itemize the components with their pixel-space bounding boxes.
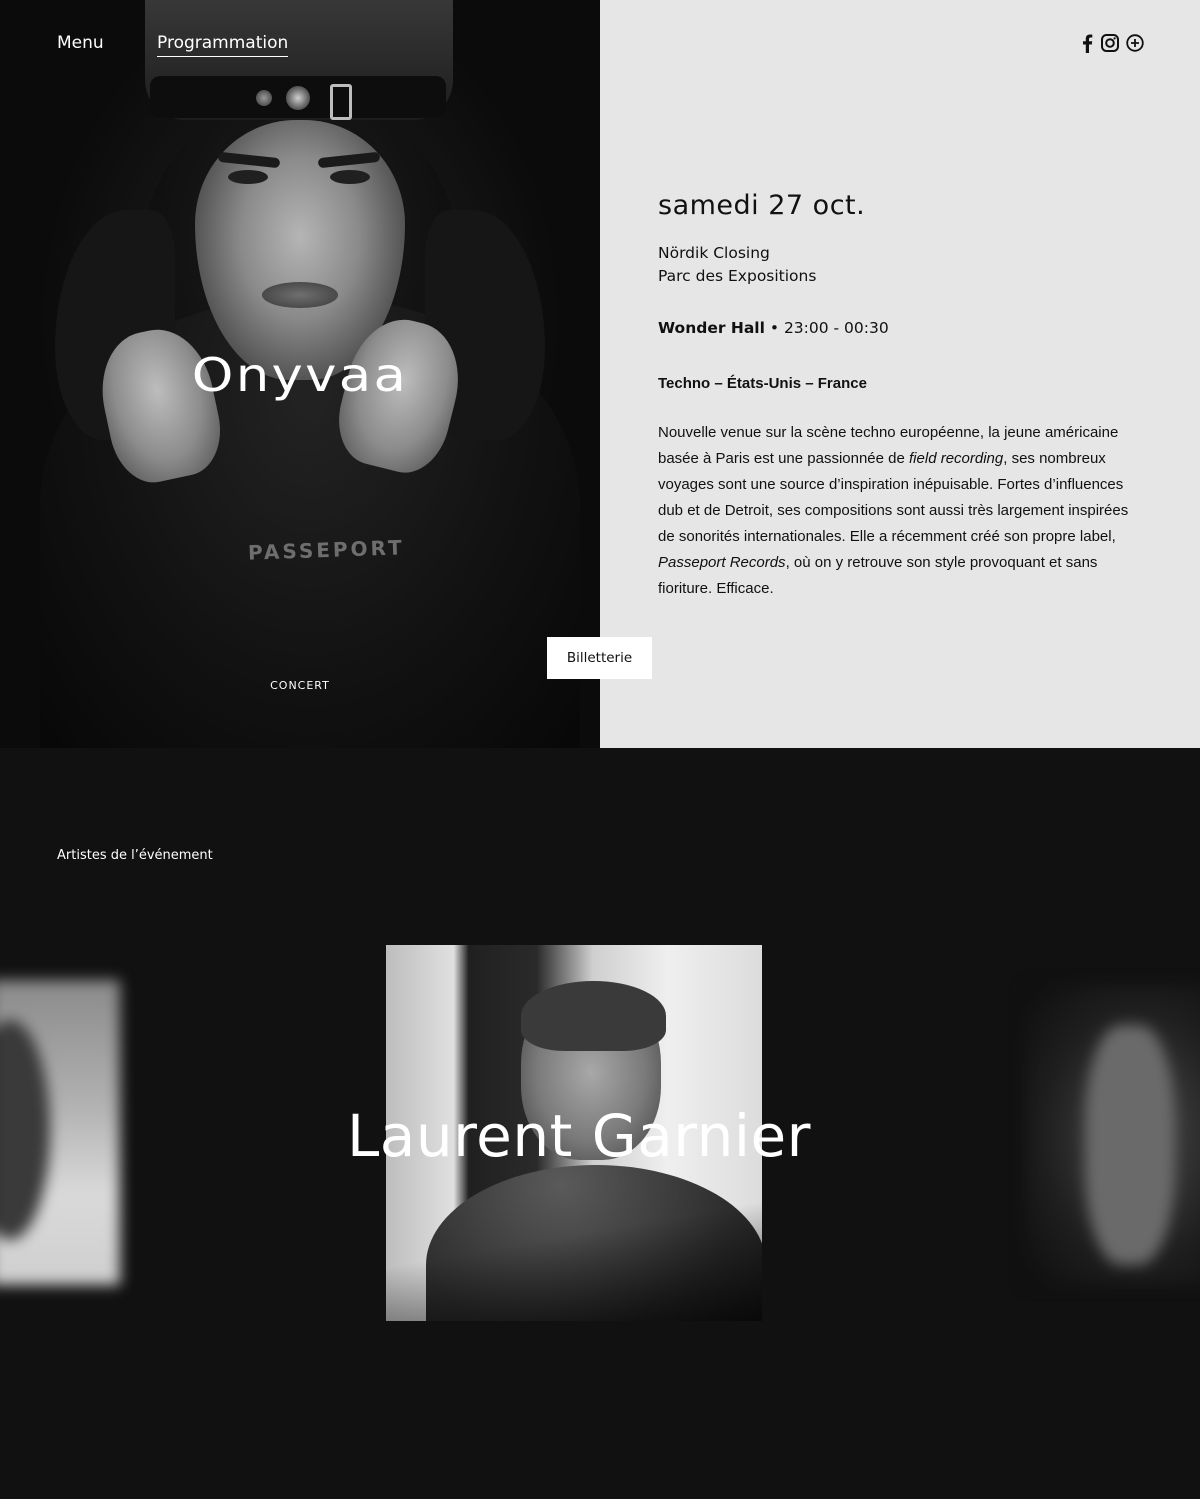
event-category: CONCERT [270, 679, 330, 692]
event-hero: PASSEPORT Onyvaa CONCERT Menu Programmat… [0, 0, 1200, 748]
tickets-button[interactable]: Billetterie [547, 637, 652, 679]
event-name: Nördik Closing [658, 244, 770, 262]
facebook-icon[interactable] [1078, 33, 1096, 53]
artist-photo: PASSEPORT Onyvaa CONCERT [0, 0, 600, 748]
event-date: samedi 27 oct. [658, 190, 866, 221]
nav-menu-link[interactable]: Menu [57, 33, 104, 53]
stage-time: Wonder Hall • 23:00 - 00:30 [658, 319, 889, 337]
instagram-icon[interactable] [1100, 33, 1120, 53]
event-venue: Parc des Expositions [658, 267, 817, 285]
stage-name: Wonder Hall [658, 319, 765, 337]
event-info-panel [600, 0, 1200, 748]
featured-artist-name[interactable]: Laurent Garnier [0, 1102, 1158, 1170]
artist-name: Onyvaa [191, 348, 409, 402]
genre-line: Techno – États-Unis – France [658, 375, 867, 392]
separator: • [764, 319, 784, 337]
artist-description: Nouvelle venue sur la scène techno europ… [658, 424, 1129, 597]
section-title: Artistes de l’événement [57, 848, 213, 863]
set-time: 23:00 - 00:30 [783, 319, 889, 337]
plus-circle-icon[interactable] [1125, 33, 1145, 53]
nav-programmation-link[interactable]: Programmation [157, 33, 289, 57]
